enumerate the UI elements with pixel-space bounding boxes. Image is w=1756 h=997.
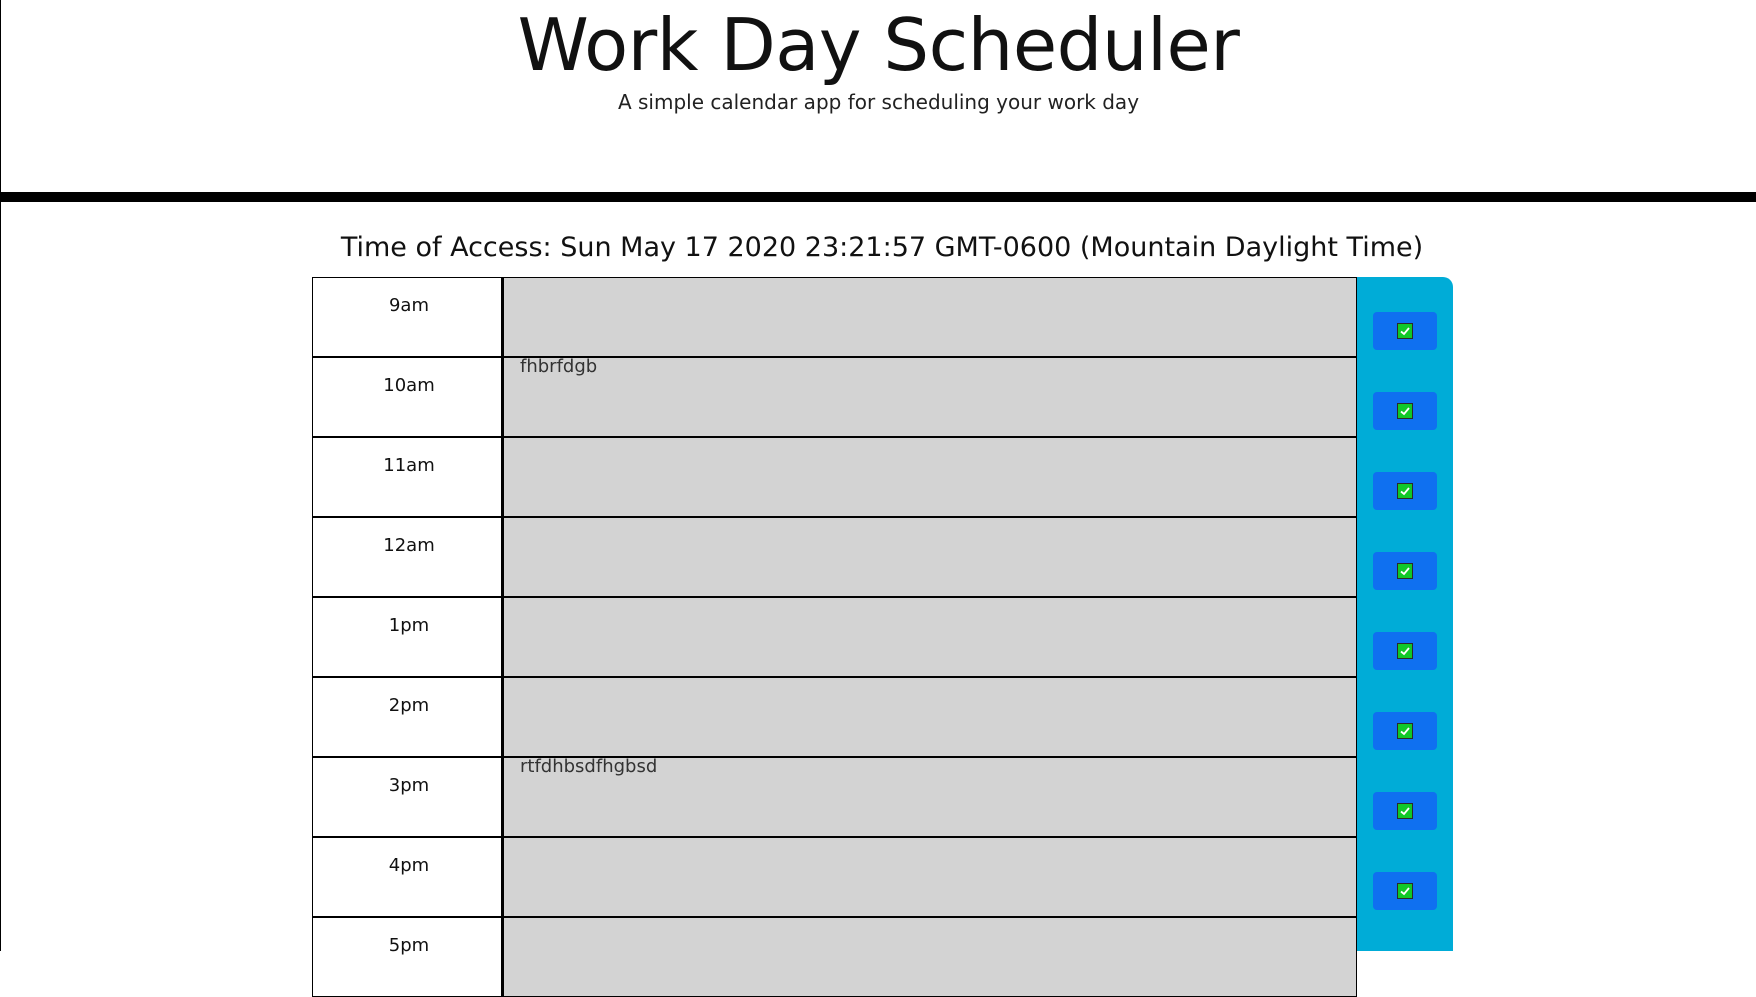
hour-text: 12am <box>383 535 435 556</box>
page-subtitle: A simple calendar app for scheduling you… <box>617 90 1140 114</box>
check-box-icon <box>1397 563 1413 579</box>
page-title: Work Day Scheduler <box>517 3 1240 87</box>
description-field[interactable] <box>502 917 1357 997</box>
save-button[interactable] <box>1373 792 1437 830</box>
access-time: Time of Access: Sun May 17 2020 23:21:57… <box>340 232 1424 263</box>
hour-label: 12am <box>312 517 502 597</box>
time-block: 4pm <box>312 837 1453 917</box>
schedule: 9am 10am fhbrfdgb 11am 12am 1pm 2pm 3pm … <box>312 277 1453 997</box>
save-button[interactable] <box>1373 472 1437 510</box>
description-field[interactable] <box>502 437 1357 517</box>
description-field[interactable]: fhbrfdgb <box>502 357 1357 437</box>
hour-text: 5pm <box>388 935 430 956</box>
check-box-icon <box>1397 643 1413 659</box>
time-block: 3pm rtfdhbsdfhgbsd <box>312 757 1453 837</box>
description-field[interactable] <box>502 597 1357 677</box>
time-block: 2pm <box>312 677 1453 757</box>
description-field[interactable]: rtfdhbsdfhgbsd <box>502 757 1357 837</box>
save-button[interactable] <box>1373 312 1437 350</box>
hour-label: 10am <box>312 357 502 437</box>
page-border <box>0 202 1 951</box>
time-block: 9am <box>312 277 1453 357</box>
time-block: 11am <box>312 437 1453 517</box>
time-block: 5pm <box>312 917 1453 997</box>
header: Work Day Scheduler A simple calendar app… <box>0 0 1756 192</box>
check-box-icon <box>1397 403 1413 419</box>
hour-text: 4pm <box>388 855 430 876</box>
description-text: rtfdhbsdfhgbsd <box>520 756 658 777</box>
hour-text: 1pm <box>388 615 430 636</box>
time-block: 10am fhbrfdgb <box>312 357 1453 437</box>
save-button[interactable] <box>1373 392 1437 430</box>
save-button[interactable] <box>1373 712 1437 750</box>
time-block: 1pm <box>312 597 1453 677</box>
save-button[interactable] <box>1373 632 1437 670</box>
hour-text: 3pm <box>388 775 430 796</box>
hour-label: 11am <box>312 437 502 517</box>
hour-text: 9am <box>388 295 430 316</box>
hour-label: 4pm <box>312 837 502 917</box>
check-box-icon <box>1397 323 1413 339</box>
check-box-icon <box>1397 803 1413 819</box>
description-field[interactable] <box>502 517 1357 597</box>
check-box-icon <box>1397 883 1413 899</box>
time-block: 12am <box>312 517 1453 597</box>
hour-label: 1pm <box>312 597 502 677</box>
header-divider <box>0 192 1756 202</box>
hour-label: 2pm <box>312 677 502 757</box>
hour-text: 10am <box>383 375 435 396</box>
hour-label: 3pm <box>312 757 502 837</box>
description-field[interactable] <box>502 837 1357 917</box>
description-field[interactable] <box>502 277 1357 357</box>
hour-text: 11am <box>383 455 435 476</box>
hour-label: 9am <box>312 277 502 357</box>
description-text: fhbrfdgb <box>520 356 598 377</box>
check-box-icon <box>1397 483 1413 499</box>
hour-text: 2pm <box>388 695 430 716</box>
hour-label: 5pm <box>312 917 502 997</box>
check-box-icon <box>1397 723 1413 739</box>
save-button[interactable] <box>1373 552 1437 590</box>
save-button[interactable] <box>1373 872 1437 910</box>
description-field[interactable] <box>502 677 1357 757</box>
